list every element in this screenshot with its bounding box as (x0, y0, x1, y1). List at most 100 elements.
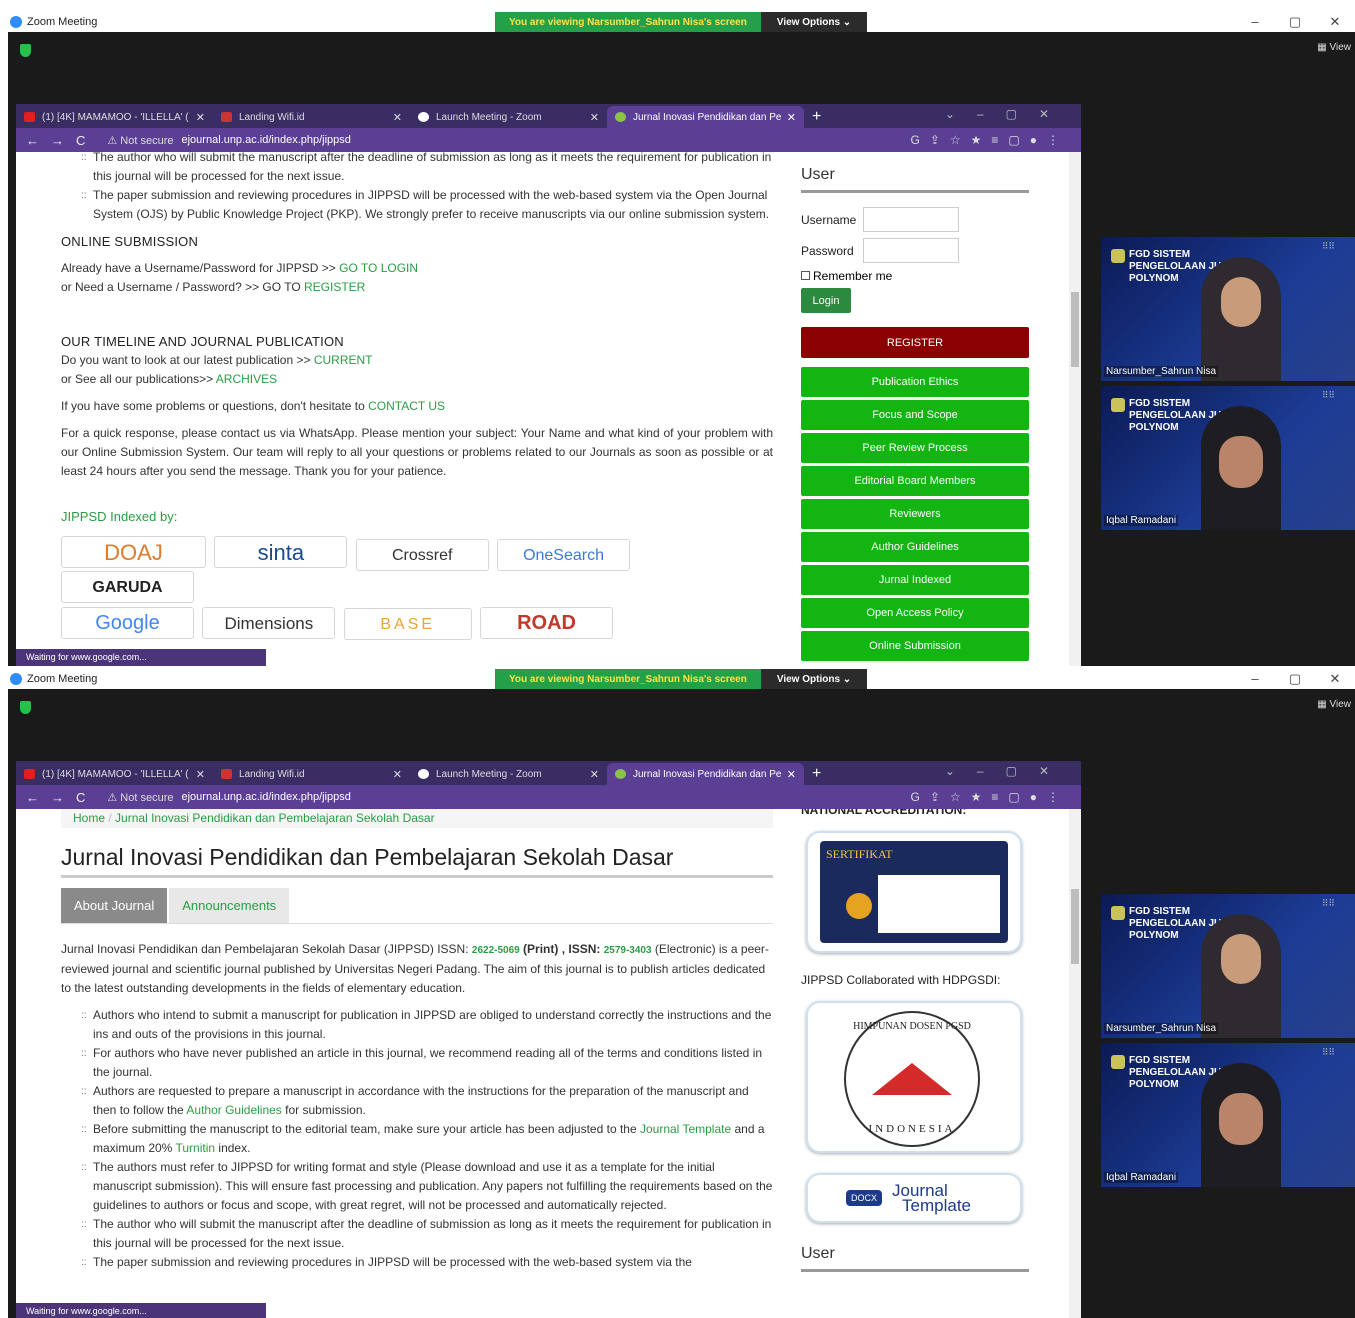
minimize-button[interactable]: – (1235, 12, 1275, 32)
base-logo[interactable]: BASE (343, 608, 472, 640)
dimensions-logo[interactable]: Dimensions (202, 607, 336, 639)
turnitin-link[interactable]: Turnitin (175, 1141, 215, 1155)
menu-online-submission[interactable]: Online Submission (801, 631, 1029, 661)
doaj-logo[interactable]: DOAJ (61, 536, 206, 568)
password-label: Password (801, 243, 854, 258)
tab-announcements[interactable]: Announcements (169, 888, 290, 923)
url-field[interactable]: ejournal.unp.ac.id/index.php/jippsd (182, 134, 351, 146)
video-tile-2[interactable]: FGD SISTEM PENGELOLAAN JURNAL POLYNOM ⠿⠿… (1101, 386, 1355, 530)
close-tab-icon[interactable]: ✕ (196, 111, 205, 124)
author-guidelines-link[interactable]: Author Guidelines (186, 1103, 281, 1117)
not-secure-badge[interactable]: ⚠ Not secure (107, 134, 173, 147)
scrollbar[interactable] (1069, 809, 1081, 1318)
password-input[interactable] (863, 238, 959, 263)
menu-publication-ethics[interactable]: Publication Ethics (801, 367, 1029, 397)
menu-reviewers[interactable]: Reviewers (801, 499, 1029, 529)
hdpgsdi-logo[interactable]: HIMPUNAN DOSEN PGSD INDONESIA (806, 1001, 1022, 1153)
url-field[interactable]: ejournal.unp.ac.id/index.php/jippsd (182, 791, 351, 803)
tab-jippsd[interactable]: Jurnal Inovasi Pendidikan dan Pe ✕ (607, 763, 804, 785)
more-icon[interactable]: ⠿⠿ (1322, 241, 1335, 252)
close-tab-icon[interactable]: ✕ (393, 768, 402, 781)
security-shield-icon[interactable] (20, 44, 31, 57)
issn-electronic[interactable]: 2579-3403 (604, 945, 652, 956)
video-tile-1[interactable]: FGD SISTEM PENGELOLAAN JURNAL POLYNOM ⠿⠿… (1101, 237, 1355, 381)
nav-buttons[interactable]: ←→C (26, 790, 97, 805)
tab-jippsd[interactable]: Jurnal Inovasi Pendidikan dan Pe ✕ (607, 106, 804, 128)
toolbar-icons[interactable]: G⇪☆★≡▢●⋮ (911, 790, 1070, 804)
journal-template-button[interactable]: DOCX Journal Template (806, 1173, 1022, 1223)
list-item: Authors are requested to prepare a manus… (81, 1082, 773, 1120)
close-button[interactable]: ✕ (1315, 12, 1355, 32)
tab-about-journal[interactable]: About Journal (61, 888, 168, 923)
scroll-thumb[interactable] (1071, 889, 1079, 964)
window-controls[interactable]: ⌄–▢✕ (945, 107, 1071, 121)
close-tab-icon[interactable]: ✕ (393, 111, 402, 124)
toolbar-icons[interactable]: G⇪☆★≡▢●⋮ (911, 133, 1070, 147)
current-link[interactable]: CURRENT (314, 353, 373, 367)
home-link[interactable]: Home (73, 811, 105, 825)
google-scholar-logo[interactable]: Google (61, 607, 194, 639)
video-tile-2[interactable]: FGD SISTEM PENGELOLAAN JURNAL POLYNOM ⠿⠿… (1101, 1043, 1355, 1187)
video-tile-1[interactable]: FGD SISTEM PENGELOLAAN JURNAL POLYNOM ⠿⠿… (1101, 894, 1355, 1038)
archives-link[interactable]: ARCHIVES (216, 372, 277, 386)
close-tab-icon[interactable]: ✕ (787, 111, 796, 124)
list-item: Before submitting the manuscript to the … (81, 1120, 773, 1158)
login-button[interactable]: Login (801, 288, 851, 313)
sinta-logo[interactable]: sinta (214, 536, 348, 568)
menu-editorial-board[interactable]: Editorial Board Members (801, 466, 1029, 496)
more-icon[interactable]: ⠿⠿ (1322, 1047, 1335, 1058)
close-tab-icon[interactable]: ✕ (590, 768, 599, 781)
view-options-button[interactable]: View Options ⌄ (760, 669, 868, 689)
issn-print[interactable]: 2622-5069 (472, 945, 520, 956)
tab-zoom[interactable]: Launch Meeting - Zoom ✕ (410, 106, 607, 128)
tab-youtube[interactable]: (1) [4K] MAMAMOO - 'ILLELLA' ( ✕ (16, 106, 213, 128)
seeall-text: or See all our publications>> ARCHIVES (61, 370, 773, 389)
go-to-login-link[interactable]: GO TO LOGIN (339, 261, 418, 275)
onesearch-logo[interactable]: OneSearch (497, 539, 631, 571)
contact-us-link[interactable]: CONTACT US (368, 399, 445, 413)
new-tab-button[interactable]: + (812, 765, 821, 783)
sertifikat-image[interactable]: SERTIFIKAT (806, 831, 1022, 953)
journal-template-link[interactable]: Journal Template (640, 1122, 731, 1136)
close-tab-icon[interactable]: ✕ (787, 768, 796, 781)
garuda-logo[interactable]: GARUDA (61, 571, 194, 603)
new-tab-button[interactable]: + (812, 108, 821, 126)
close-tab-icon[interactable]: ✕ (196, 768, 205, 781)
tab-label: (1) [4K] MAMAMOO - 'ILLELLA' ( (42, 111, 189, 123)
menu-open-access[interactable]: Open Access Policy (801, 598, 1029, 628)
remember-checkbox[interactable] (801, 271, 810, 280)
restore-button[interactable]: ▢ (1275, 12, 1315, 32)
minimize-button[interactable]: – (1235, 669, 1275, 689)
view-options-button[interactable]: View Options ⌄ (760, 12, 868, 32)
username-label: Username (801, 212, 857, 227)
menu-author-guidelines[interactable]: Author Guidelines (801, 532, 1029, 562)
tab-wifi[interactable]: Landing Wifi.id ✕ (213, 763, 410, 785)
restore-button[interactable]: ▢ (1275, 669, 1315, 689)
more-icon[interactable]: ⠿⠿ (1322, 898, 1335, 909)
more-icon[interactable]: ⠿⠿ (1322, 390, 1335, 401)
not-secure-badge[interactable]: ⚠ Not secure (107, 791, 173, 804)
scroll-thumb[interactable] (1071, 292, 1079, 367)
menu-peer-review[interactable]: Peer Review Process (801, 433, 1029, 463)
register-button[interactable]: REGISTER (801, 327, 1029, 358)
window-controls[interactable]: ⌄–▢✕ (945, 764, 1071, 778)
register-link[interactable]: REGISTER (304, 280, 365, 294)
scrollbar[interactable] (1069, 152, 1081, 666)
remember-row: Remember me (801, 269, 1029, 283)
close-button[interactable]: ✕ (1315, 669, 1355, 689)
view-button[interactable]: ▦ View (1317, 699, 1351, 710)
menu-focus-scope[interactable]: Focus and Scope (801, 400, 1029, 430)
security-shield-icon[interactable] (20, 701, 31, 714)
view-button[interactable]: ▦ View (1317, 42, 1351, 53)
menu-jurnal-indexed[interactable]: Jurnal Indexed (801, 565, 1029, 595)
tab-wifi[interactable]: Landing Wifi.id ✕ (213, 106, 410, 128)
screen-share-banner: You are viewing Narsumber_Sahrun Nisa's … (495, 669, 868, 689)
road-logo[interactable]: ROAD (480, 607, 614, 639)
tab-zoom[interactable]: Launch Meeting - Zoom ✕ (410, 763, 607, 785)
username-input[interactable] (863, 207, 959, 232)
tab-youtube[interactable]: (1) [4K] MAMAMOO - 'ILLELLA' (✕ (16, 763, 213, 785)
nav-buttons[interactable]: ←→C (26, 133, 97, 148)
crossref-logo[interactable]: Crossref (355, 539, 489, 571)
close-tab-icon[interactable]: ✕ (590, 111, 599, 124)
medal-icon (846, 893, 872, 919)
